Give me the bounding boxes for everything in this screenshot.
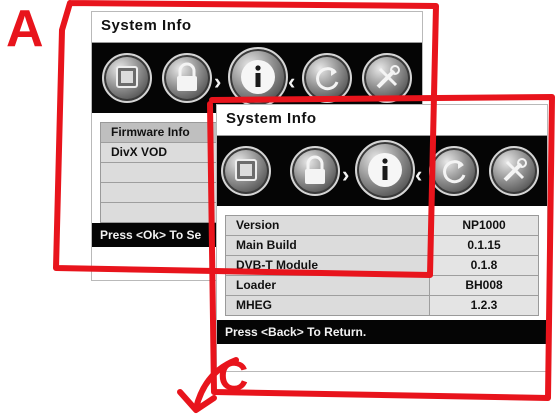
- footer-hint-text: Press <Ok> To Se: [100, 228, 202, 242]
- chevron-right-icon: ›: [214, 69, 222, 94]
- table-row: DVB-T Module 0.1.8: [226, 256, 538, 276]
- page-title: System Info: [101, 17, 192, 34]
- refresh-icon[interactable]: [429, 146, 479, 196]
- table-row: MHEG 1.2.3: [226, 296, 538, 315]
- system-info-panel-b: System Info › ‹ Version NP1000 Main Buil…: [216, 104, 548, 372]
- title-bar: System Info: [217, 105, 547, 136]
- tools-icon[interactable]: [489, 146, 539, 196]
- info-icon[interactable]: [228, 47, 288, 107]
- annotation-label-a: A: [6, 0, 44, 58]
- info-icon[interactable]: [355, 140, 415, 200]
- category-icon-bar: › ‹: [217, 136, 547, 206]
- monitor-icon[interactable]: [221, 146, 271, 196]
- annotation-arrowhead: [177, 389, 217, 413]
- chevron-left-icon: ‹: [415, 162, 423, 187]
- refresh-icon[interactable]: [302, 53, 352, 103]
- footer-hint-text: Press <Back> To Return.: [225, 325, 367, 339]
- chevron-right-icon: ›: [342, 162, 350, 187]
- footer-hint: Press <Back> To Return.: [217, 320, 547, 344]
- table-row: Loader BH008: [226, 276, 538, 296]
- lock-icon[interactable]: [290, 146, 340, 196]
- lock-icon[interactable]: [162, 53, 212, 103]
- category-icon-bar: › ‹: [92, 43, 422, 113]
- table-row: Main Build 0.1.15: [226, 236, 538, 256]
- info-table: Version NP1000 Main Build 0.1.15 DVB-T M…: [225, 215, 539, 316]
- title-bar: System Info: [92, 12, 422, 43]
- page-title: System Info: [226, 110, 317, 127]
- table-row: Version NP1000: [226, 216, 538, 236]
- chevron-left-icon: ‹: [288, 69, 296, 94]
- monitor-icon[interactable]: [102, 53, 152, 103]
- tools-icon[interactable]: [362, 53, 412, 103]
